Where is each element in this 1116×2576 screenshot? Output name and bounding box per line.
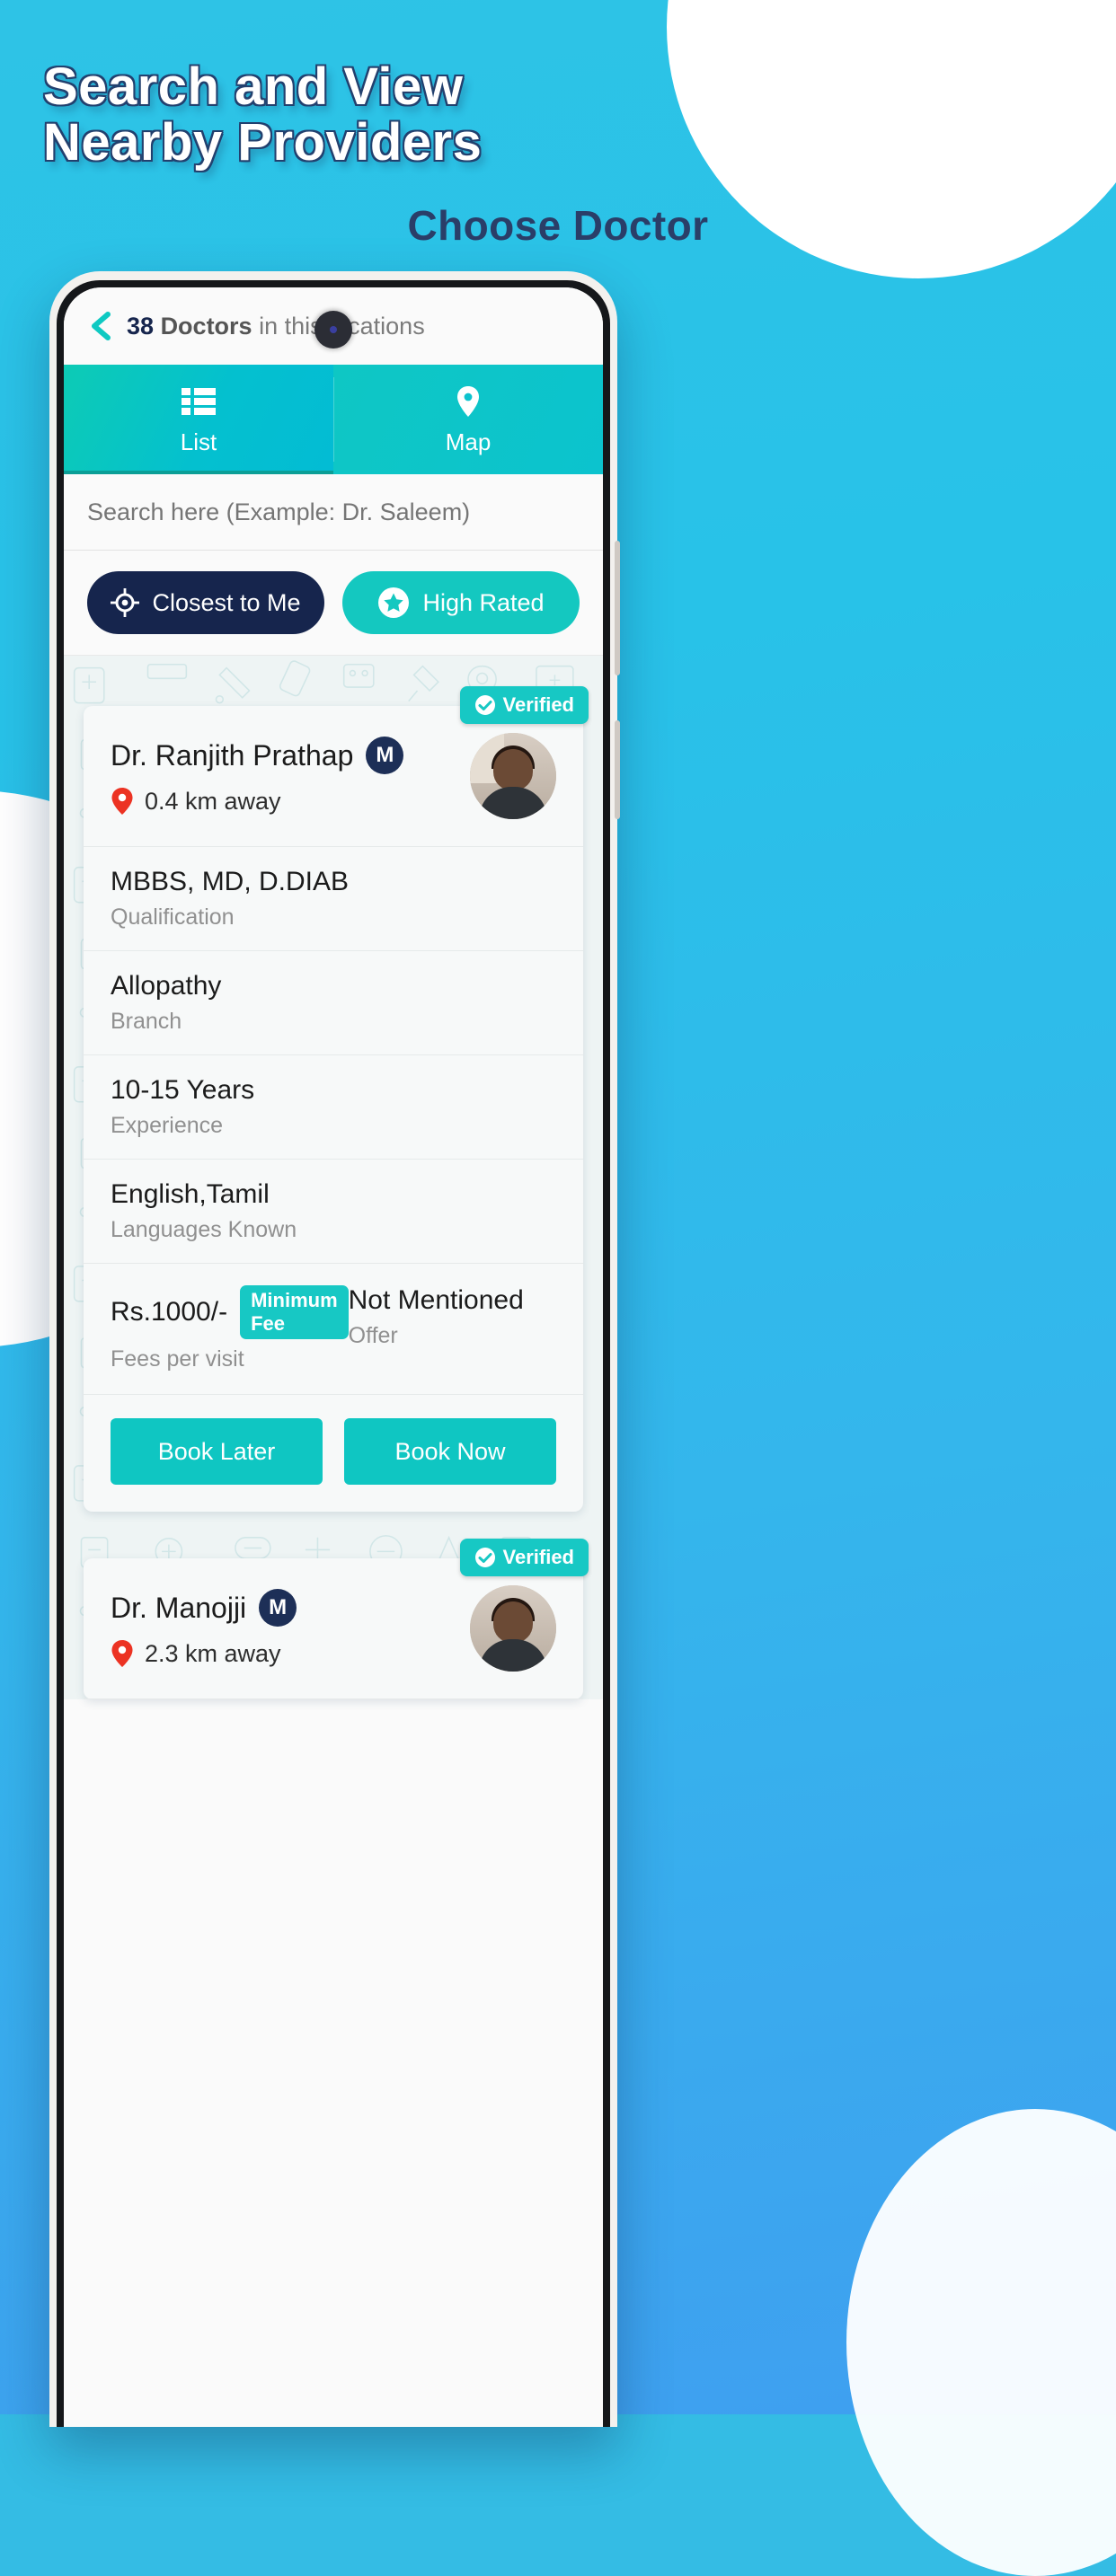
card-actions: Book Later Book Now [84,1395,583,1512]
qualification-label: Qualification [111,904,235,930]
qualification-row: MBBS, MD, D.DIAB Qualification [84,847,583,951]
doctor-identity-row: Dr. Ranjith Prathap M 0.4 km away [84,706,583,847]
fee-label: Fees per visit [111,1346,244,1372]
list-icon [182,384,216,419]
filter-high-rated-button[interactable]: High Rated [342,571,580,634]
tab-map-label: Map [445,428,492,455]
promo-headline-line2: Nearby Providers [43,113,483,172]
branch-label: Branch [111,1009,182,1034]
promo-headline: Search and View Nearby Providers [43,59,852,171]
verified-label: Verified [502,1546,574,1568]
doctor-name: Dr. Manojji [111,1591,247,1624]
book-now-button[interactable]: Book Now [344,1418,556,1485]
verified-badge: Verified [459,686,589,724]
doctor-name: Dr. Ranjith Prathap [111,738,354,772]
offer-label: Offer [348,1323,398,1348]
doctor-count-label: Doctors [160,312,252,340]
crosshair-icon [111,588,140,617]
doctor-card[interactable]: Verified Dr. Manojji M 2.3 km away [84,1539,589,1699]
location-pin-icon [111,788,133,815]
fee-value: Rs.1000/- [111,1297,228,1327]
promo-subtitle: Choose Doctor [407,202,709,249]
filter-closest-button[interactable]: Closest to Me [87,571,324,634]
doctor-card[interactable]: Verified Dr. Ranjith Prathap M 0.4 km aw… [84,686,589,1512]
phone-mockup: 38 Doctors in this locations List Map Se… [49,271,620,2427]
doctor-identity-row: Dr. Manojji M 2.3 km away [84,1558,583,1699]
fee-column: Rs.1000/- Minimum Fee Fees per visit [111,1285,349,1372]
branch-value: Allopathy [111,971,222,1001]
verified-badge: Verified [459,1539,589,1576]
experience-label: Experience [111,1113,224,1138]
branch-row: Allopathy Branch [84,951,583,1055]
doctor-distance: 0.4 km away [145,787,281,815]
minimum-fee-pill: Minimum Fee [240,1285,349,1339]
back-button[interactable] [82,306,121,346]
search-bar[interactable] [64,474,603,551]
phone-power-button [615,720,620,819]
tab-list[interactable]: List [64,365,333,474]
doctor-distance-row: 0.4 km away [111,787,470,816]
languages-row: English,Tamil Languages Known [84,1160,583,1264]
phone-screen: 38 Doctors in this locations List Map Se… [64,287,603,2427]
doctor-distance: 2.3 km away [145,1639,281,1667]
chevron-left-icon [92,312,111,340]
tab-list-label: List [180,428,217,455]
view-mode-tabs: List Map [64,365,603,474]
doctor-list[interactable]: Verified Dr. Ranjith Prathap M 0.4 km aw… [64,656,603,1699]
tab-active-indicator [64,471,333,474]
doctor-name-row: Dr. Ranjith Prathap M [111,737,470,774]
languages-value: English,Tamil [111,1179,270,1209]
qualification-value: MBBS, MD, D.DIAB [111,867,350,896]
experience-value: 10-15 Years [111,1075,255,1105]
book-later-button[interactable]: Book Later [111,1418,323,1485]
experience-row: 10-15 Years Experience [84,1055,583,1160]
verified-label: Verified [502,693,574,716]
tab-map[interactable]: Map [333,365,603,474]
filter-bar: Closest to Me High Rated [64,551,603,656]
check-circle-icon [474,695,495,715]
phone-volume-button [615,541,620,675]
doctor-distance-row: 2.3 km away [111,1639,470,1668]
search-input[interactable] [85,497,581,527]
phone-bezel: 38 Doctors in this locations List Map Se… [57,280,610,2427]
check-circle-icon [474,1548,495,1567]
front-camera-icon [314,311,352,348]
languages-label: Languages Known [111,1217,297,1242]
map-pin-icon [455,384,482,419]
filter-closest-label: Closest to Me [152,588,301,616]
fee-offer-row: Rs.1000/- Minimum Fee Fees per visit Not… [84,1264,583,1395]
gender-badge: M [366,737,404,774]
location-pin-icon [111,1640,133,1667]
star-icon [378,587,410,618]
doctor-name-row: Dr. Manojji M [111,1589,470,1627]
promo-headline-line1: Search and View [43,57,464,116]
page-title: 38 Doctors in this locations [127,313,425,340]
doctor-avatar [470,1585,556,1672]
offer-column: Not Mentioned Offer [349,1285,556,1372]
gender-badge: M [259,1589,297,1627]
filter-high-rated-label: High Rated [422,588,545,616]
offer-value: Not Mentioned [348,1285,524,1315]
doctor-avatar [470,733,556,819]
doctor-count: 38 [127,312,155,340]
